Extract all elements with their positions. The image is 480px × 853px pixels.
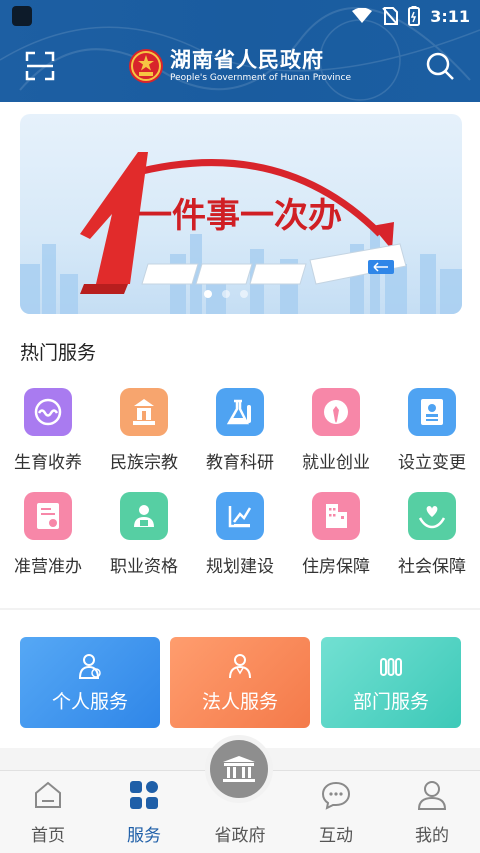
provincial-government-button[interactable] — [205, 735, 273, 803]
tab-home[interactable]: 首页 — [0, 771, 96, 853]
service-fertility-adoption[interactable]: 生育收养 — [0, 388, 96, 484]
search-icon — [426, 52, 454, 80]
service-label: 住房保障 — [302, 557, 370, 577]
category-label: 部门服务 — [352, 691, 429, 713]
category-label: 个人服务 — [51, 691, 128, 713]
service-label: 设立变更 — [398, 453, 466, 473]
service-planning-construction[interactable]: 规划建设 — [192, 492, 288, 588]
service-business-permit[interactable]: 准营准办 — [0, 492, 96, 588]
heart-hands-icon — [408, 492, 456, 540]
section-divider — [0, 608, 480, 610]
service-label: 生育收养 — [14, 453, 82, 473]
carousel-dot[interactable] — [240, 290, 248, 298]
service-label: 职业资格 — [110, 557, 178, 577]
department-service-button[interactable]: 部门服务 — [321, 637, 461, 728]
building-icon — [312, 492, 360, 540]
category-label: 法人服务 — [201, 691, 278, 713]
tab-services[interactable]: 服务 — [96, 771, 192, 853]
carousel-dot[interactable] — [222, 290, 230, 298]
baby-wave-icon — [24, 388, 72, 436]
service-establish-change[interactable]: 设立变更 — [384, 388, 480, 484]
brand: 湖南省人民政府 People's Government of Hunan Pro… — [128, 44, 351, 88]
suit-tie-icon — [312, 388, 360, 436]
blueprint-icon — [216, 492, 264, 540]
status-icons: 3:11 — [352, 5, 470, 27]
service-label: 准营准办 — [14, 557, 82, 577]
service-ethnic-religion[interactable]: 民族宗教 — [96, 388, 192, 484]
service-label: 规划建设 — [206, 557, 274, 577]
tab-label: 服务 — [127, 826, 161, 846]
scan-button[interactable] — [24, 50, 56, 82]
scan-icon — [25, 51, 55, 81]
service-employment[interactable]: 就业创业 — [288, 388, 384, 484]
tab-label: 我的 — [415, 826, 449, 846]
service-education-research[interactable]: 教育科研 — [192, 388, 288, 484]
service-social-security[interactable]: 社会保障 — [384, 492, 480, 588]
banner-slogan: 一件事一次办 — [138, 196, 342, 236]
service-label: 民族宗教 — [110, 453, 178, 473]
banner-illustration: 一件事一次办 — [20, 152, 462, 314]
id-card-icon — [408, 388, 456, 436]
national-emblem-icon — [129, 49, 163, 83]
no-sim-icon — [382, 7, 399, 25]
department-icon — [380, 658, 402, 676]
carousel-dot[interactable] — [204, 290, 212, 298]
tab-label: 省政府 — [214, 826, 266, 846]
service-professional-qualification[interactable]: 职业资格 — [96, 492, 192, 588]
app-header: 湖南省人民政府 People's Government of Hunan Pro… — [0, 32, 480, 102]
flask-icon — [216, 388, 264, 436]
service-label: 社会保障 — [398, 557, 466, 577]
people-cert-icon — [120, 492, 168, 540]
carousel-indicator — [204, 290, 248, 298]
service-label: 教育科研 — [206, 453, 274, 473]
app-subtitle: People's Government of Hunan Province — [170, 73, 351, 83]
search-button[interactable] — [424, 50, 456, 82]
notification-icon — [12, 6, 32, 26]
app-title: 湖南省人民政府 — [170, 48, 324, 72]
personal-service-button[interactable]: 个人服务 — [20, 637, 160, 728]
status-time: 3:11 — [430, 6, 470, 26]
legal-person-icon — [229, 654, 251, 679]
tab-me[interactable]: 我的 — [384, 771, 480, 853]
home-icon — [35, 781, 61, 808]
service-label: 就业创业 — [302, 453, 370, 473]
wifi-icon — [352, 8, 373, 23]
promo-banner[interactable]: 一件事一次办 — [20, 114, 462, 314]
license-icon — [24, 492, 72, 540]
grid-icon — [130, 781, 158, 809]
status-bar: 3:11 — [0, 0, 480, 32]
top-bar: 3:11 湖南省人民政府 People's Government of Huna… — [0, 0, 480, 102]
person-service-icon — [78, 654, 101, 679]
chat-bubble-icon — [321, 781, 351, 810]
user-icon — [417, 781, 447, 810]
hot-services-title: 热门服务 — [20, 342, 97, 364]
tab-interaction[interactable]: 互动 — [288, 771, 384, 853]
battery-icon — [408, 6, 421, 26]
temple-icon — [120, 388, 168, 436]
legal-person-service-button[interactable]: 法人服务 — [170, 637, 310, 728]
service-housing[interactable]: 住房保障 — [288, 492, 384, 588]
tab-label: 互动 — [319, 826, 353, 846]
tab-label: 首页 — [31, 826, 65, 846]
government-building-icon — [223, 756, 255, 782]
